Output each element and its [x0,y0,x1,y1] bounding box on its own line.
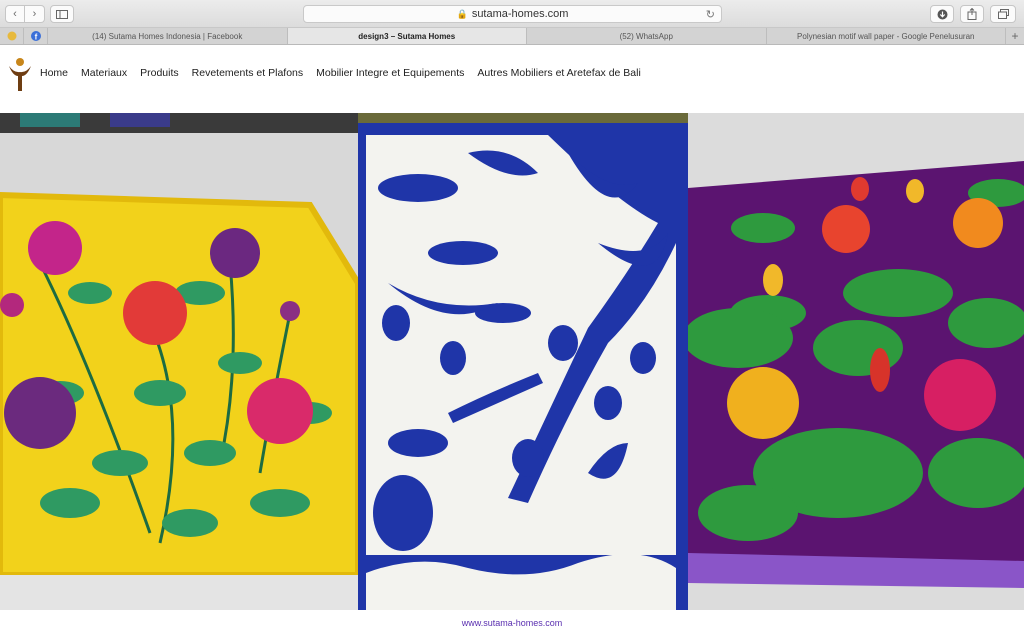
menu-item-revetements[interactable]: Revetements et Plafons [192,67,303,79]
pinned-tab-facebook[interactable]: f [24,28,48,44]
blue-polynesian-quilt-image[interactable] [358,113,688,610]
sidebar-button[interactable] [50,5,74,23]
tab-google[interactable]: Polynesian motif wall paper - Google Pen… [767,28,1006,44]
footer-website-link[interactable]: www.sutama-homes.com [0,618,1024,628]
tab-bar: f (14) Sutama Homes Indonesia | Facebook… [0,28,1024,45]
menu-item-mobilier-integre[interactable]: Mobilier Integre et Equipements [316,67,464,79]
share-icon [967,8,977,20]
site-header: Home Materiaux Produits Revetements et P… [0,46,1024,113]
svg-text:f: f [34,32,37,41]
purple-lotus-quilt-image[interactable] [688,113,1024,610]
main-menu: Home Materiaux Produits Revetements et P… [40,67,654,79]
favorites-icon [7,31,16,41]
download-icon [937,9,947,19]
reload-icon[interactable]: ↻ [706,8,715,21]
tab-whatsapp[interactable]: (52) WhatsApp [527,28,767,44]
sidebar-icon [56,9,68,19]
forward-button[interactable]: › [25,5,45,23]
tabs-icon [997,9,1009,19]
menu-item-home[interactable]: Home [40,67,68,79]
facebook-icon: f [30,31,41,41]
tab-facebook[interactable]: (14) Sutama Homes Indonesia | Facebook [48,28,288,44]
tab-design3[interactable]: design3 – Sutama Homes [287,28,527,44]
downloads-button[interactable] [930,5,954,23]
menu-item-autres-mobiliers[interactable]: Autres Mobiliers et Aretefax de Bali [477,67,640,79]
pinned-tab-favorites[interactable] [0,28,24,44]
site-logo[interactable] [7,57,33,93]
history-buttons: ‹ › [5,5,45,23]
new-tab-button[interactable]: + [1006,28,1024,44]
menu-item-produits[interactable]: Produits [140,67,179,79]
tabs-overview-button[interactable] [990,5,1016,23]
back-button[interactable]: ‹ [5,5,25,23]
lock-icon: 🔒 [456,8,468,19]
menu-item-materiaux[interactable]: Materiaux [81,67,127,79]
browser-toolbar: ‹ › 🔒 sutama-homes.com ↻ [0,0,1024,28]
address-url: sutama-homes.com [471,8,569,20]
yellow-floral-quilt-image[interactable] [0,113,358,610]
quilt-gallery [0,113,1024,610]
address-bar[interactable]: 🔒 sutama-homes.com ↻ [303,5,722,23]
share-button[interactable] [960,5,984,23]
